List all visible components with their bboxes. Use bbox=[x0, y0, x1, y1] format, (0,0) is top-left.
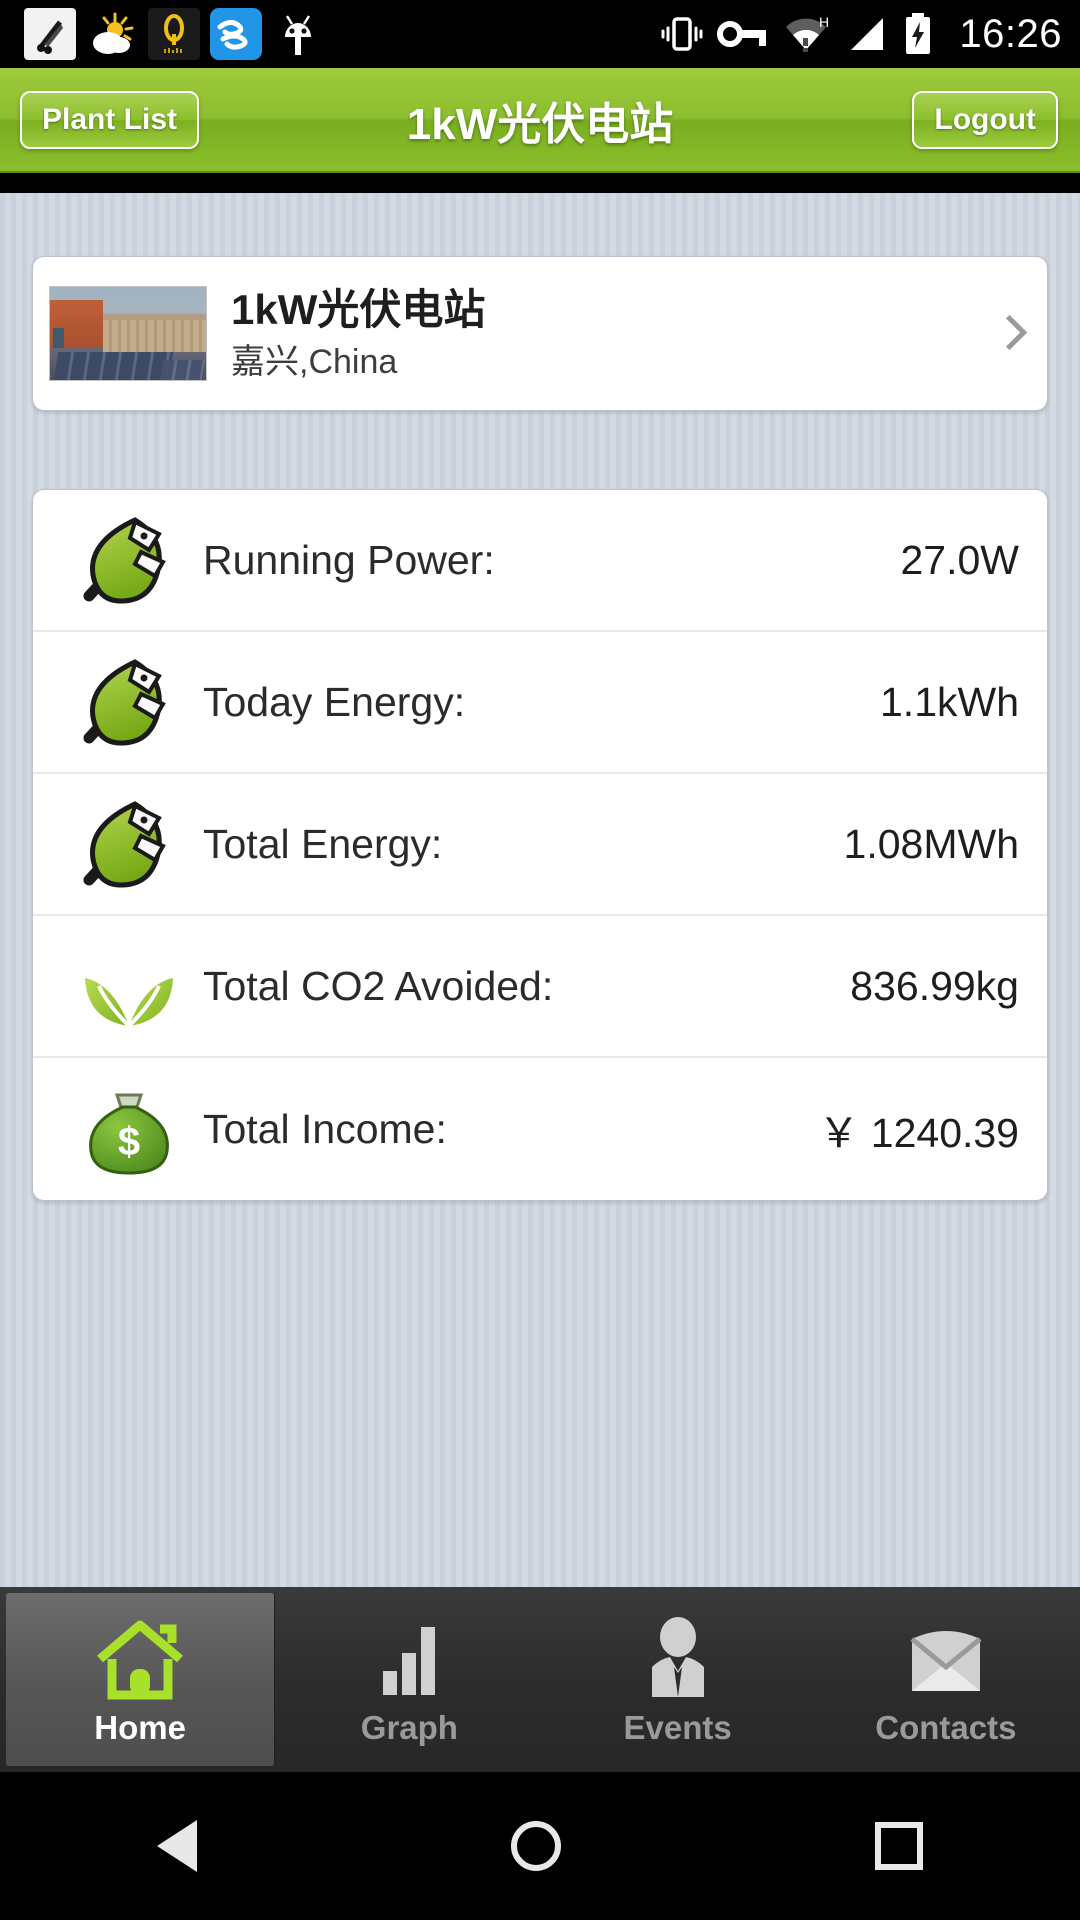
content-area: 1kW光伏电站 嘉兴,China Running Power: 27.0W To… bbox=[0, 193, 1080, 1587]
leaf-plug-icon bbox=[73, 504, 185, 616]
plant-location: 嘉兴,China bbox=[231, 342, 398, 381]
leaf-plug-icon bbox=[73, 788, 185, 900]
stat-value: ￥ 1240.39 bbox=[818, 1110, 1019, 1156]
envelope-icon bbox=[898, 1613, 994, 1705]
tab-label: Graph bbox=[360, 1708, 458, 1746]
android-robot-icon bbox=[272, 8, 324, 60]
logout-button[interactable]: Logout bbox=[912, 90, 1058, 149]
two-leaves-icon bbox=[73, 930, 185, 1042]
svg-text:$: $ bbox=[118, 1120, 140, 1164]
chevron-right-icon[interactable] bbox=[997, 315, 1019, 353]
bar-chart-icon bbox=[361, 1613, 457, 1705]
stat-value: 1.08MWh bbox=[843, 820, 1019, 867]
bottom-tab-bar: Home Graph Events Contacts bbox=[0, 1587, 1080, 1772]
recents-square-icon[interactable] bbox=[875, 1822, 923, 1870]
tab-label: Events bbox=[623, 1708, 732, 1746]
stat-row-co2-avoided: Total CO2 Avoided: 836.99kg bbox=[33, 916, 1047, 1058]
home-icon bbox=[92, 1613, 188, 1705]
q-music-icon bbox=[148, 8, 200, 60]
weather-partly-cloudy-icon bbox=[86, 8, 138, 60]
stat-label: Today Energy: bbox=[203, 678, 466, 725]
stat-row-total-income: $ Total Income: ￥ 1240.39 bbox=[33, 1058, 1047, 1200]
stat-value: 27.0W bbox=[900, 536, 1020, 583]
plant-name: 1kW光伏电站 bbox=[231, 286, 486, 334]
home-circle-icon[interactable] bbox=[511, 1821, 561, 1871]
stat-label: Total Energy: bbox=[203, 820, 443, 867]
stats-card: Running Power: 27.0W Today Energy: 1.1kW… bbox=[32, 489, 1048, 1201]
plant-list-button[interactable]: Plant List bbox=[20, 90, 200, 149]
tab-contacts[interactable]: Contacts bbox=[812, 1587, 1080, 1772]
person-tie-icon bbox=[630, 1613, 726, 1705]
signal-icon bbox=[851, 18, 884, 50]
stat-label: Total CO2 Avoided: bbox=[203, 962, 554, 1009]
stat-label: Running Power: bbox=[203, 536, 495, 583]
stat-value: 1.1kWh bbox=[880, 678, 1019, 725]
wind-app-icon bbox=[210, 8, 262, 60]
back-triangle-icon[interactable] bbox=[157, 1820, 197, 1872]
system-nav-bar bbox=[0, 1772, 1080, 1920]
svg-text:H: H bbox=[819, 14, 829, 30]
vibrate-icon bbox=[661, 17, 703, 51]
tab-home[interactable]: Home bbox=[6, 1593, 276, 1766]
stat-label: Total Income: bbox=[203, 1105, 447, 1152]
tab-graph[interactable]: Graph bbox=[275, 1587, 543, 1772]
app-root: H 16:26 Plant List 1kW光伏电站 Logout 1kW光伏电… bbox=[0, 0, 1080, 1920]
status-bar: H 16:26 bbox=[0, 0, 1080, 68]
battery-charging-icon bbox=[906, 13, 931, 54]
tab-events[interactable]: Events bbox=[544, 1587, 812, 1772]
scissors-icon bbox=[24, 8, 76, 60]
stat-value: 836.99kg bbox=[850, 962, 1019, 1009]
stat-row-total-energy: Total Energy: 1.08MWh bbox=[33, 774, 1047, 916]
title-bar: Plant List 1kW光伏电站 Logout bbox=[0, 68, 1080, 173]
leaf-plug-icon bbox=[73, 646, 185, 758]
wifi-h-icon: H bbox=[786, 14, 829, 52]
status-notification-area bbox=[24, 8, 324, 60]
status-system-area: H 16:26 bbox=[661, 12, 1062, 57]
plant-summary-card[interactable]: 1kW光伏电站 嘉兴,China bbox=[32, 256, 1048, 411]
tab-label: Contacts bbox=[875, 1708, 1017, 1746]
stat-row-running-power: Running Power: 27.0W bbox=[33, 490, 1047, 632]
tab-label: Home bbox=[94, 1708, 186, 1746]
stat-row-today-energy: Today Energy: 1.1kWh bbox=[33, 632, 1047, 774]
vpn-key-icon bbox=[717, 21, 767, 47]
money-bag-icon: $ bbox=[73, 1073, 185, 1185]
status-clock: 16:26 bbox=[959, 11, 1062, 56]
plant-thumbnail bbox=[49, 286, 207, 381]
plant-text-block: 1kW光伏电站 嘉兴,China bbox=[231, 285, 997, 382]
